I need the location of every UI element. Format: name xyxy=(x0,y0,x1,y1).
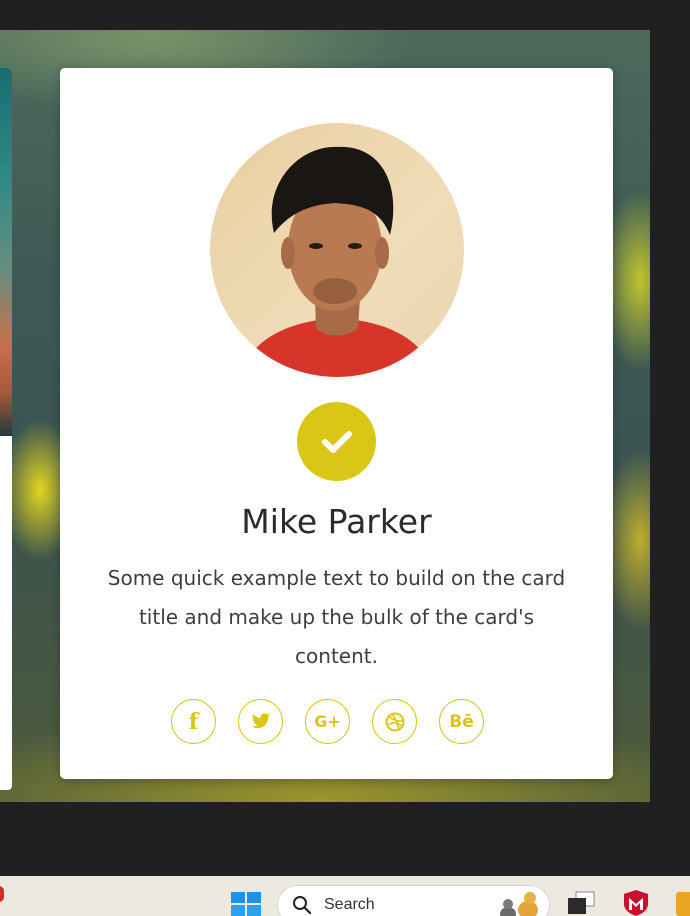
task-view-icon[interactable] xyxy=(566,890,596,916)
facebook-icon: f xyxy=(188,708,199,735)
profile-avatar xyxy=(210,123,464,377)
check-icon xyxy=(321,430,352,453)
twitter-icon xyxy=(251,713,270,729)
dribbble-button[interactable] xyxy=(372,699,417,744)
google-plus-button[interactable]: G+ xyxy=(305,699,350,744)
profile-card: Mike Parker Some quick example text to b… xyxy=(60,68,613,779)
card-title: Mike Parker xyxy=(241,502,432,541)
behance-icon: Bē xyxy=(449,711,474,732)
page-background: Mike Parker Some quick example text to b… xyxy=(0,30,650,802)
verified-badge xyxy=(297,402,376,481)
adjacent-card xyxy=(0,68,12,790)
adjacent-card-image xyxy=(0,68,12,436)
mcafee-icon[interactable] xyxy=(622,890,650,916)
notification-app-icon[interactable] xyxy=(0,886,4,902)
social-links: f G+ Bē xyxy=(171,699,484,744)
file-explorer-icon[interactable] xyxy=(676,892,690,916)
windows-start-icon[interactable] xyxy=(231,892,261,916)
search-icon xyxy=(293,896,312,915)
google-plus-icon: G+ xyxy=(314,712,341,731)
taskbar: Search xyxy=(0,876,690,916)
twitter-button[interactable] xyxy=(238,699,283,744)
search-highlight-icon xyxy=(500,892,538,916)
search-placeholder: Search xyxy=(324,896,375,913)
facebook-button[interactable]: f xyxy=(171,699,216,744)
behance-button[interactable]: Bē xyxy=(439,699,484,744)
dribbble-icon xyxy=(385,712,404,731)
taskbar-search[interactable]: Search xyxy=(277,885,550,916)
card-description: Some quick example text to build on the … xyxy=(107,566,566,668)
